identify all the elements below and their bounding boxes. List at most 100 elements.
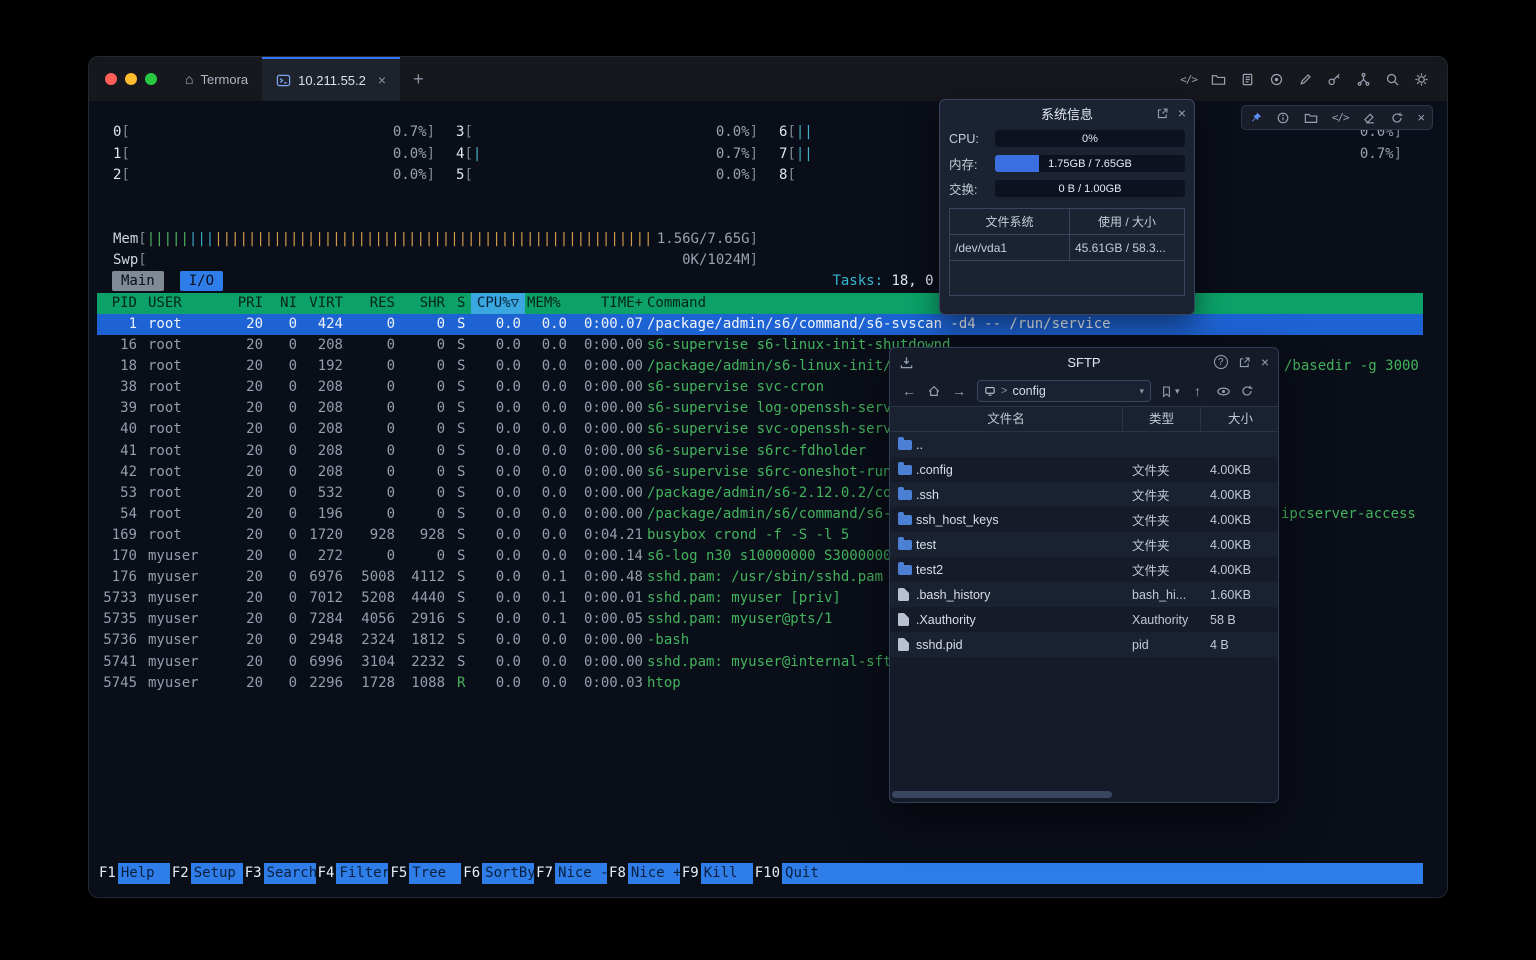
column-header-time[interactable]: TIME+ <box>571 293 647 314</box>
fkey-F10[interactable]: F10 <box>753 863 782 884</box>
process-row[interactable]: 1root20042400S0.00.00:00.07/package/admi… <box>97 314 1423 335</box>
column-header-shr[interactable]: SHR <box>399 293 449 314</box>
sftp-file-row[interactable]: .ssh文件夹4.00KB <box>890 482 1278 507</box>
fkey-F2[interactable]: F2 <box>170 863 191 884</box>
file-name: ssh_host_keys <box>916 513 1122 527</box>
column-header-pri[interactable]: PRI <box>231 293 267 314</box>
close-window-button[interactable] <box>105 73 117 85</box>
process-cell-pid: 5735 <box>97 609 141 630</box>
file-type: 文件夹 <box>1122 560 1200 579</box>
sftp-file-row[interactable]: .XauthorityXauthority58 B <box>890 607 1278 632</box>
column-header-pid[interactable]: PID <box>97 293 141 314</box>
back-icon[interactable]: ← <box>900 383 918 399</box>
fkey-label[interactable]: Nice + <box>628 863 680 884</box>
sftp-file-row[interactable]: sshd.pidpid4 B <box>890 632 1278 657</box>
refresh-icon[interactable] <box>1240 384 1254 398</box>
sftp-file-row[interactable]: .. <box>890 432 1278 457</box>
column-header-type[interactable]: 类型 <box>1122 407 1200 431</box>
sftp-file-row[interactable]: .bash_historybash_hi...1.60KB <box>890 582 1278 607</box>
fkey-F7[interactable]: F7 <box>534 863 555 884</box>
column-header-size[interactable]: 大小 <box>1200 407 1280 431</box>
fkey-label[interactable]: Setup <box>191 863 243 884</box>
folder-icon[interactable] <box>1211 72 1226 87</box>
chevron-down-icon[interactable]: ▾ <box>1139 386 1144 397</box>
sftp-file-row[interactable]: test2文件夹4.00KB <box>890 557 1278 582</box>
close-icon[interactable]: × <box>1418 111 1426 124</box>
fkey-F8[interactable]: F8 <box>607 863 628 884</box>
swap-meter: Swp[0K/1024M] <box>113 250 758 271</box>
download-icon[interactable] <box>899 348 914 376</box>
process-cell-time: 0:00.00 <box>571 398 647 419</box>
fkey-F6[interactable]: F6 <box>461 863 482 884</box>
new-tab-button[interactable]: + <box>400 57 437 101</box>
bookmark-button[interactable]: ▾ <box>1160 385 1180 398</box>
process-cell-virt: 208 <box>301 335 347 356</box>
info-icon[interactable] <box>1276 111 1290 125</box>
column-header-res[interactable]: RES <box>347 293 399 314</box>
htop-tab-io[interactable]: I/O <box>180 271 223 291</box>
process-cell-virt: 208 <box>301 377 347 398</box>
fs-usage: 45.61GB / 58.3... <box>1070 235 1184 261</box>
branch-icon[interactable] <box>1356 72 1371 87</box>
column-header-virt[interactable]: VIRT <box>301 293 347 314</box>
close-icon[interactable]: × <box>1261 355 1269 369</box>
sysinfo-titlebar: 系统信息 × <box>940 100 1194 126</box>
forward-icon[interactable]: → <box>950 383 968 399</box>
edit-icon[interactable] <box>1298 72 1313 87</box>
close-tab-icon[interactable]: × <box>378 72 386 88</box>
fkey-label[interactable]: Search <box>264 863 316 884</box>
fkey-label[interactable]: Kill <box>701 863 753 884</box>
settings-icon[interactable] <box>1414 72 1429 87</box>
column-header-user[interactable]: USER <box>141 293 231 314</box>
open-in-window-icon[interactable] <box>1238 356 1251 369</box>
sftp-file-row[interactable]: test文件夹4.00KB <box>890 532 1278 557</box>
zoom-window-button[interactable] <box>145 73 157 85</box>
search-icon[interactable] <box>1385 72 1400 87</box>
column-header-s[interactable]: S <box>449 293 471 314</box>
fkey-label[interactable]: Quit <box>782 863 834 884</box>
column-header-filename[interactable]: 文件名 <box>890 407 1122 431</box>
folder-icon <box>898 515 912 525</box>
fkey-label[interactable]: Filter <box>336 863 388 884</box>
help-icon[interactable]: ? <box>1214 355 1228 369</box>
fkey-F1[interactable]: F1 <box>97 863 118 884</box>
column-header-ni[interactable]: NI <box>267 293 301 314</box>
tab-session[interactable]: 10.211.55.2 × <box>262 57 400 101</box>
fkey-label[interactable]: Tree <box>409 863 461 884</box>
fkey-label[interactable]: Nice - <box>555 863 607 884</box>
process-cell-res: 3104 <box>347 652 399 673</box>
process-cell-shr: 0 <box>399 441 449 462</box>
show-hidden-icon[interactable] <box>1216 384 1231 399</box>
parent-directory-icon[interactable]: ↑ <box>1189 383 1207 399</box>
fkey-F5[interactable]: F5 <box>388 863 409 884</box>
fkey-label[interactable]: Help <box>118 863 170 884</box>
folder-icon[interactable] <box>1304 111 1318 125</box>
log-icon[interactable] <box>1240 72 1255 87</box>
open-in-window-icon[interactable] <box>1156 107 1169 120</box>
process-cell-mem: 0.1 <box>525 609 571 630</box>
fkey-F9[interactable]: F9 <box>680 863 701 884</box>
sftp-file-row[interactable]: .config文件夹4.00KB <box>890 457 1278 482</box>
fkey-F3[interactable]: F3 <box>243 863 264 884</box>
fkey-F4[interactable]: F4 <box>316 863 337 884</box>
home-icon[interactable] <box>927 384 941 398</box>
column-header-cpu[interactable]: CPU%▽ <box>471 293 525 314</box>
folder-icon <box>898 465 912 475</box>
column-header-mem[interactable]: MEM% <box>525 293 571 314</box>
code-icon[interactable]: </> <box>1180 73 1197 86</box>
sftp-file-row[interactable]: ssh_host_keys文件夹4.00KB <box>890 507 1278 532</box>
record-icon[interactable] <box>1269 72 1284 87</box>
fkey-label[interactable]: SortBy <box>482 863 534 884</box>
process-cell-pri: 20 <box>231 673 267 694</box>
htop-tab-main[interactable]: Main <box>112 271 164 291</box>
minimize-window-button[interactable] <box>125 73 137 85</box>
key-icon[interactable] <box>1327 72 1342 87</box>
close-icon[interactable]: × <box>1178 106 1186 120</box>
pin-icon[interactable] <box>1249 111 1263 125</box>
refresh-icon[interactable] <box>1390 111 1404 125</box>
tab-termora[interactable]: ⌂ Termora <box>171 57 262 101</box>
code-icon[interactable]: </> <box>1332 111 1349 124</box>
horizontal-scrollbar[interactable] <box>892 791 1112 798</box>
eraser-icon[interactable] <box>1362 111 1376 125</box>
path-breadcrumb[interactable]: > config ▾ <box>977 380 1151 402</box>
